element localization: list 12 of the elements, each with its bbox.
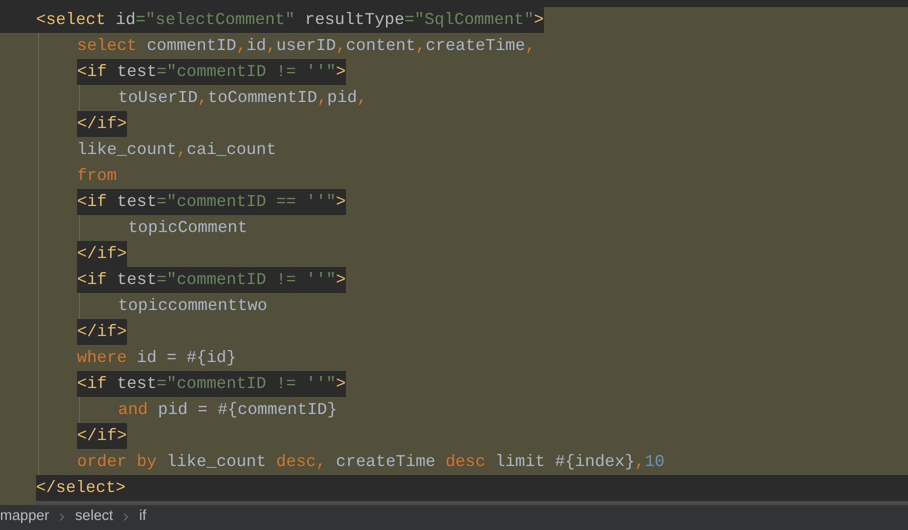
code-line: and pid = #{commentID} [118,398,338,421]
code-line: where id = #{id} [77,346,236,369]
code-line: topiccommenttwo [118,294,268,317]
code-line: order by like_count desc, createTime desc limit #{index},10 [77,450,665,473]
code-line: like_count,cai_count [77,138,276,161]
code-line: select commentID,id,userID,content,createTime, [77,34,536,57]
breadcrumb-item[interactable]: select [75,506,114,528]
code-line: toUserID,toCommentID,pid, [118,86,367,109]
code-line: topicComment [126,216,248,239]
code-line: from [77,164,117,187]
breadcrumb-item[interactable]: mapper [0,506,50,528]
breadcrumb-item[interactable]: if [139,506,146,528]
